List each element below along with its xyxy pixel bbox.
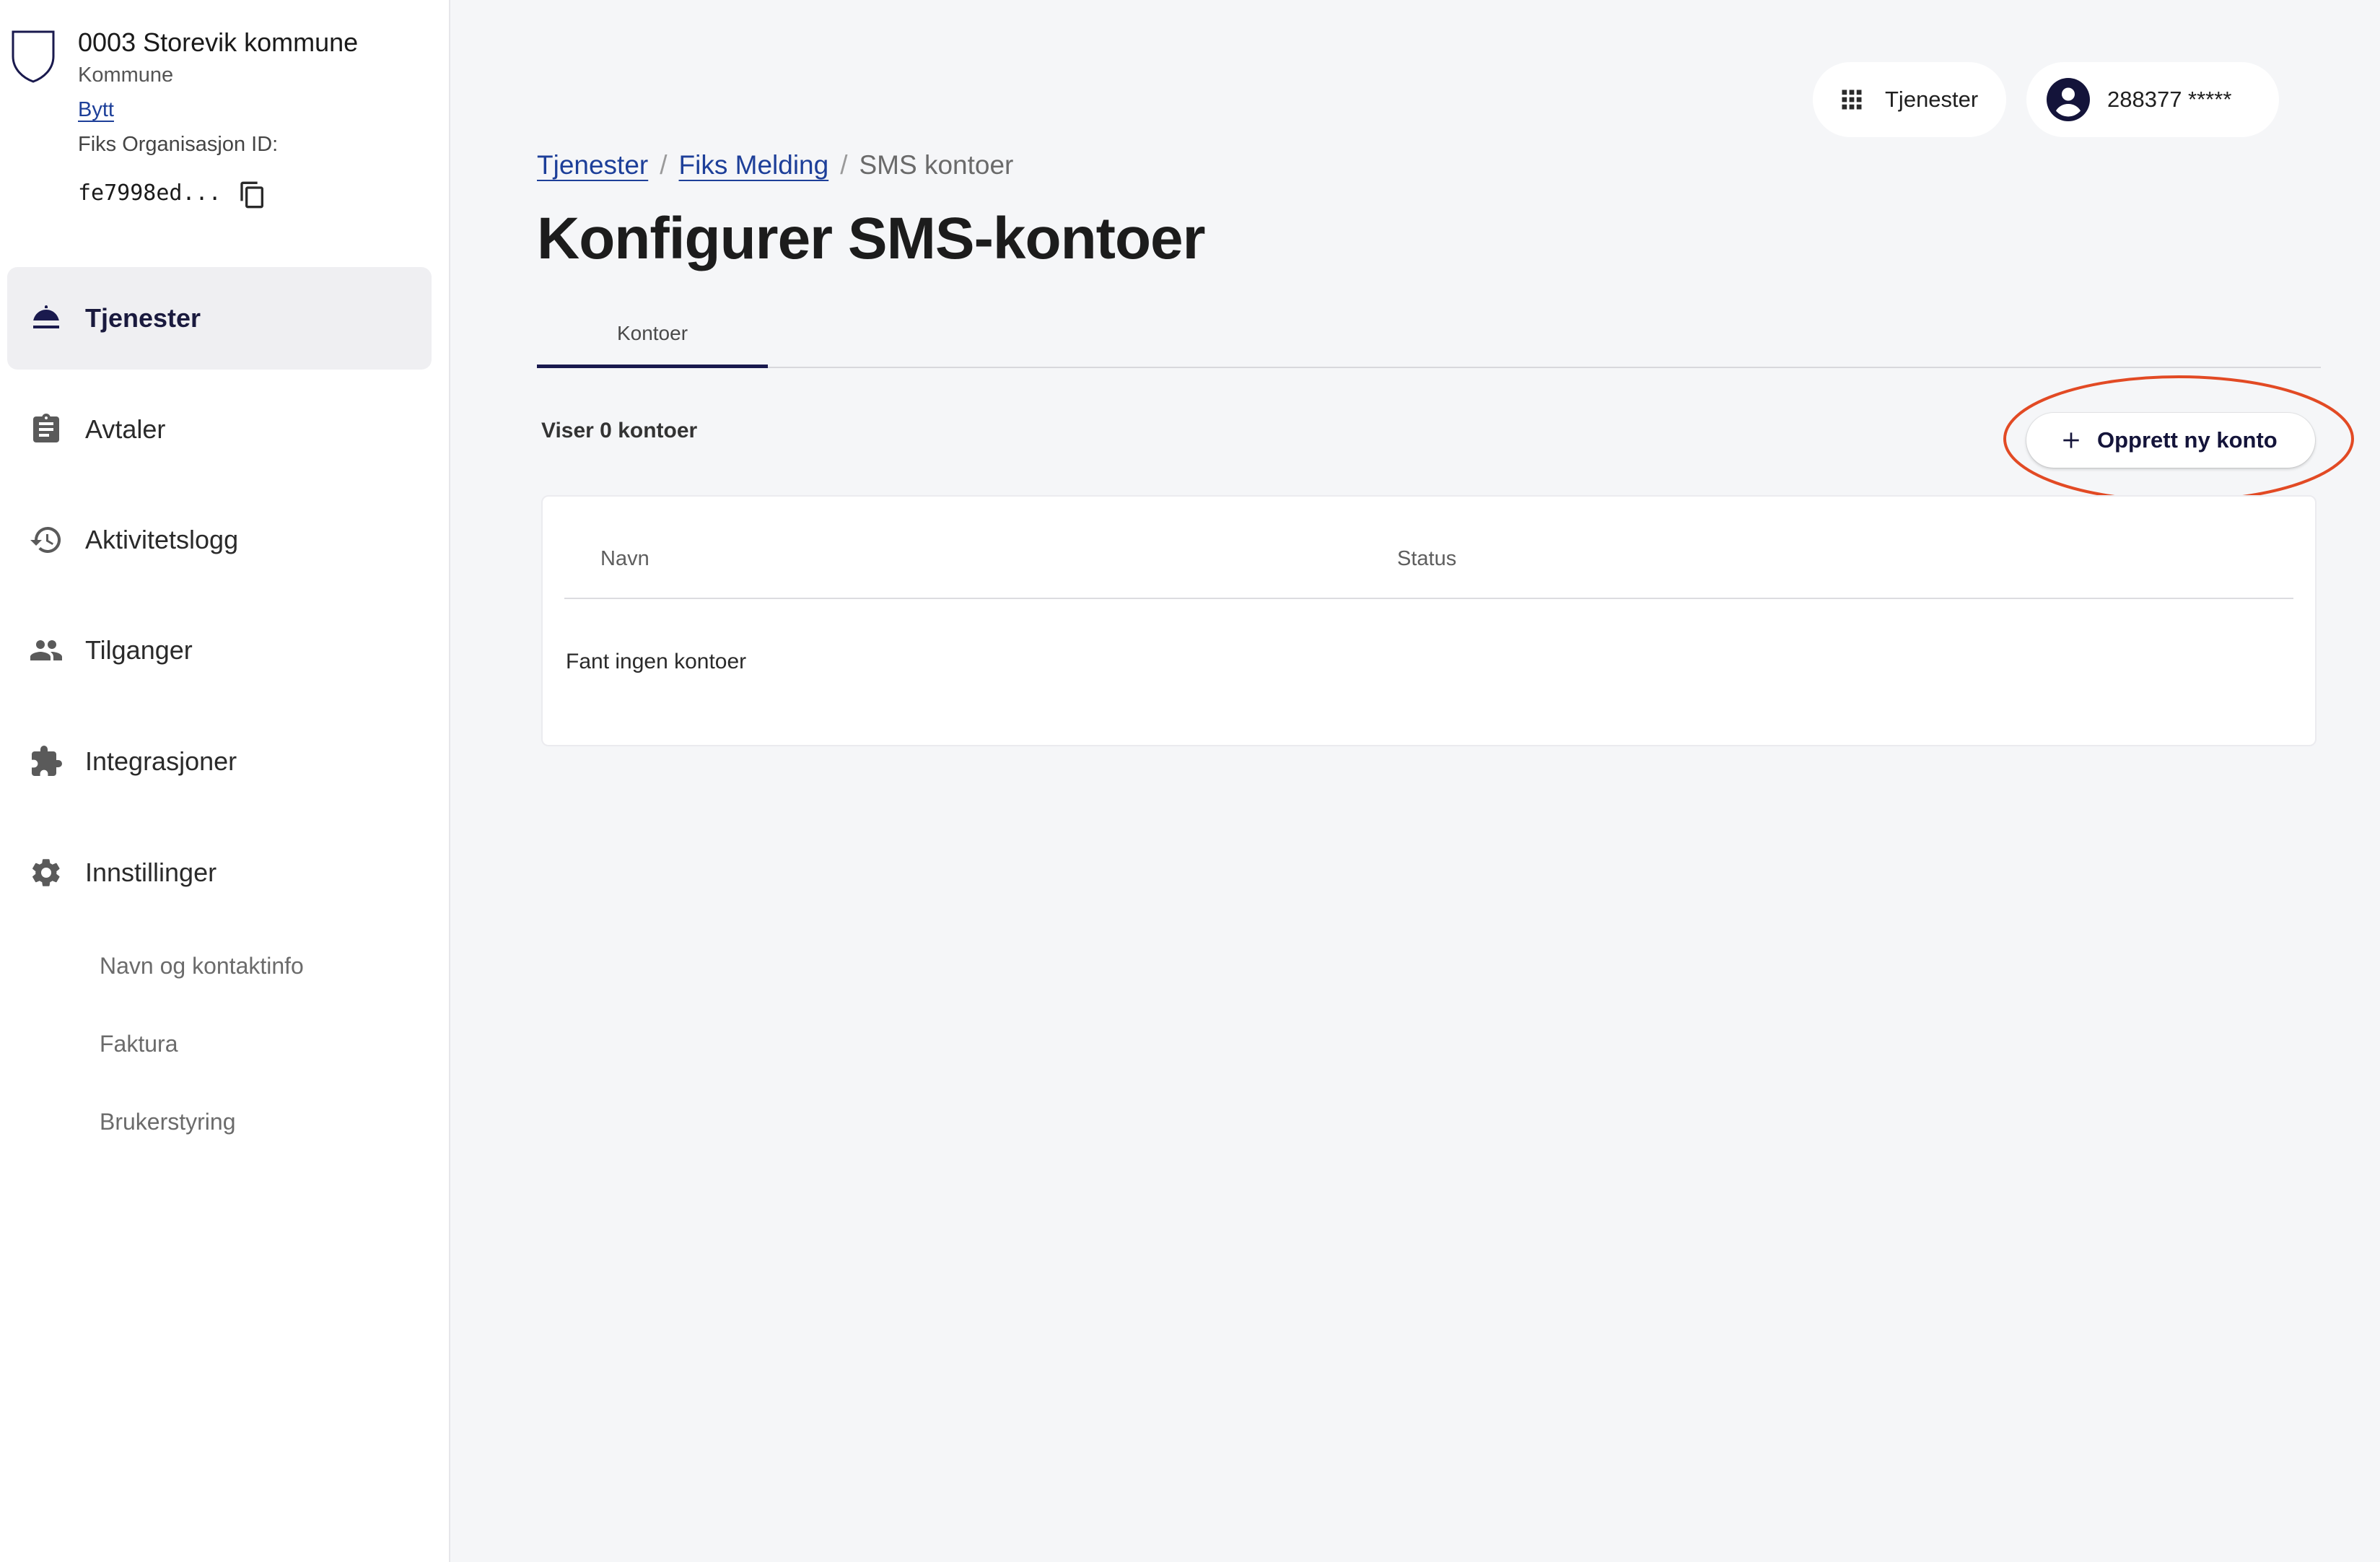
sidebar-item-tilganger[interactable]: Tilganger bbox=[7, 599, 432, 702]
subnav-navn-og-kontaktinfo[interactable]: Navn og kontaktinfo bbox=[100, 953, 304, 979]
puzzle-icon bbox=[32, 746, 62, 776]
sidebar-item-label: Avtaler bbox=[85, 414, 166, 444]
sidebar: 0003 Storevik kommune Kommune Bytt Fiks … bbox=[0, 0, 450, 1562]
org-id-value: fe7998ed... bbox=[78, 180, 222, 206]
apps-grid-icon bbox=[1842, 90, 1862, 110]
subnav-brukerstyring[interactable]: Brukerstyring bbox=[100, 1109, 236, 1135]
sidebar-item-label: Innstillinger bbox=[85, 858, 217, 887]
result-count: Viser 0 kontoer bbox=[541, 419, 698, 442]
sidebar-item-label: Integrasjoner bbox=[85, 746, 237, 776]
sidebar-item-label: Tilganger bbox=[85, 635, 193, 665]
switch-org-link[interactable]: Bytt bbox=[78, 98, 114, 122]
sidebar-item-tjenester[interactable]: Tjenester bbox=[7, 267, 432, 370]
sidebar-item-label: Tjenester bbox=[85, 303, 201, 333]
services-menu-label: Tjenester bbox=[1885, 87, 1979, 112]
org-type: Kommune bbox=[78, 64, 174, 87]
sidebar-item-aktivitetslogg[interactable]: Aktivitetslogg bbox=[7, 489, 432, 591]
sidebar-item-innstillinger[interactable]: Innstillinger bbox=[7, 821, 432, 924]
user-menu-button[interactable]: 288377 ***** bbox=[2026, 62, 2279, 137]
breadcrumb-current: SMS kontoer bbox=[859, 150, 1014, 180]
tab-bar: Kontoer bbox=[537, 310, 2321, 368]
create-account-button[interactable]: Opprett ny konto bbox=[2026, 413, 2315, 468]
org-id-label: Fiks Organisasjon ID: bbox=[78, 133, 279, 156]
breadcrumb-separator: / bbox=[660, 150, 668, 180]
account-circle-icon bbox=[2047, 78, 2090, 121]
people-icon bbox=[30, 640, 62, 660]
empty-state-text: Fant ingen kontoer bbox=[566, 650, 747, 673]
plus-icon bbox=[2063, 432, 2079, 448]
history-icon bbox=[30, 526, 61, 553]
copy-icon[interactable] bbox=[238, 180, 267, 209]
breadcrumb-link-fiks-melding[interactable]: Fiks Melding bbox=[679, 150, 829, 180]
gear-icon bbox=[32, 859, 60, 886]
accounts-table: Navn Status Fant ingen kontoer bbox=[541, 495, 2316, 746]
org-name: 0003 Storevik kommune bbox=[78, 27, 359, 57]
breadcrumb-link-tjenester[interactable]: Tjenester bbox=[537, 150, 648, 180]
app-root: 0003 Storevik kommune Kommune Bytt Fiks … bbox=[0, 0, 2380, 1562]
clipboard-icon bbox=[33, 414, 59, 442]
page-title: Konfigurer SMS-kontoer bbox=[537, 206, 1206, 271]
breadcrumb: Tjenester / Fiks Melding / SMS kontoer bbox=[537, 150, 1013, 186]
sidebar-item-label: Aktivitetslogg bbox=[85, 525, 239, 554]
shield-icon bbox=[12, 30, 55, 83]
user-id-label: 288377 ***** bbox=[2107, 87, 2232, 112]
breadcrumb-separator: / bbox=[840, 150, 848, 180]
column-header-navn[interactable]: Navn bbox=[600, 547, 649, 571]
sidebar-item-integrasjoner[interactable]: Integrasjoner bbox=[7, 710, 432, 813]
create-account-label: Opprett ny konto bbox=[2097, 427, 2278, 453]
tab-label: Kontoer bbox=[616, 322, 688, 344]
tab-kontoer[interactable]: Kontoer bbox=[537, 310, 768, 368]
sidebar-item-avtaler[interactable]: Avtaler bbox=[7, 378, 432, 481]
service-bell-icon bbox=[33, 305, 59, 328]
header-divider bbox=[564, 598, 2293, 599]
subnav-faktura[interactable]: Faktura bbox=[100, 1031, 178, 1057]
services-menu-button[interactable]: Tjenester bbox=[1813, 62, 2006, 137]
column-header-status[interactable]: Status bbox=[1397, 547, 1456, 571]
